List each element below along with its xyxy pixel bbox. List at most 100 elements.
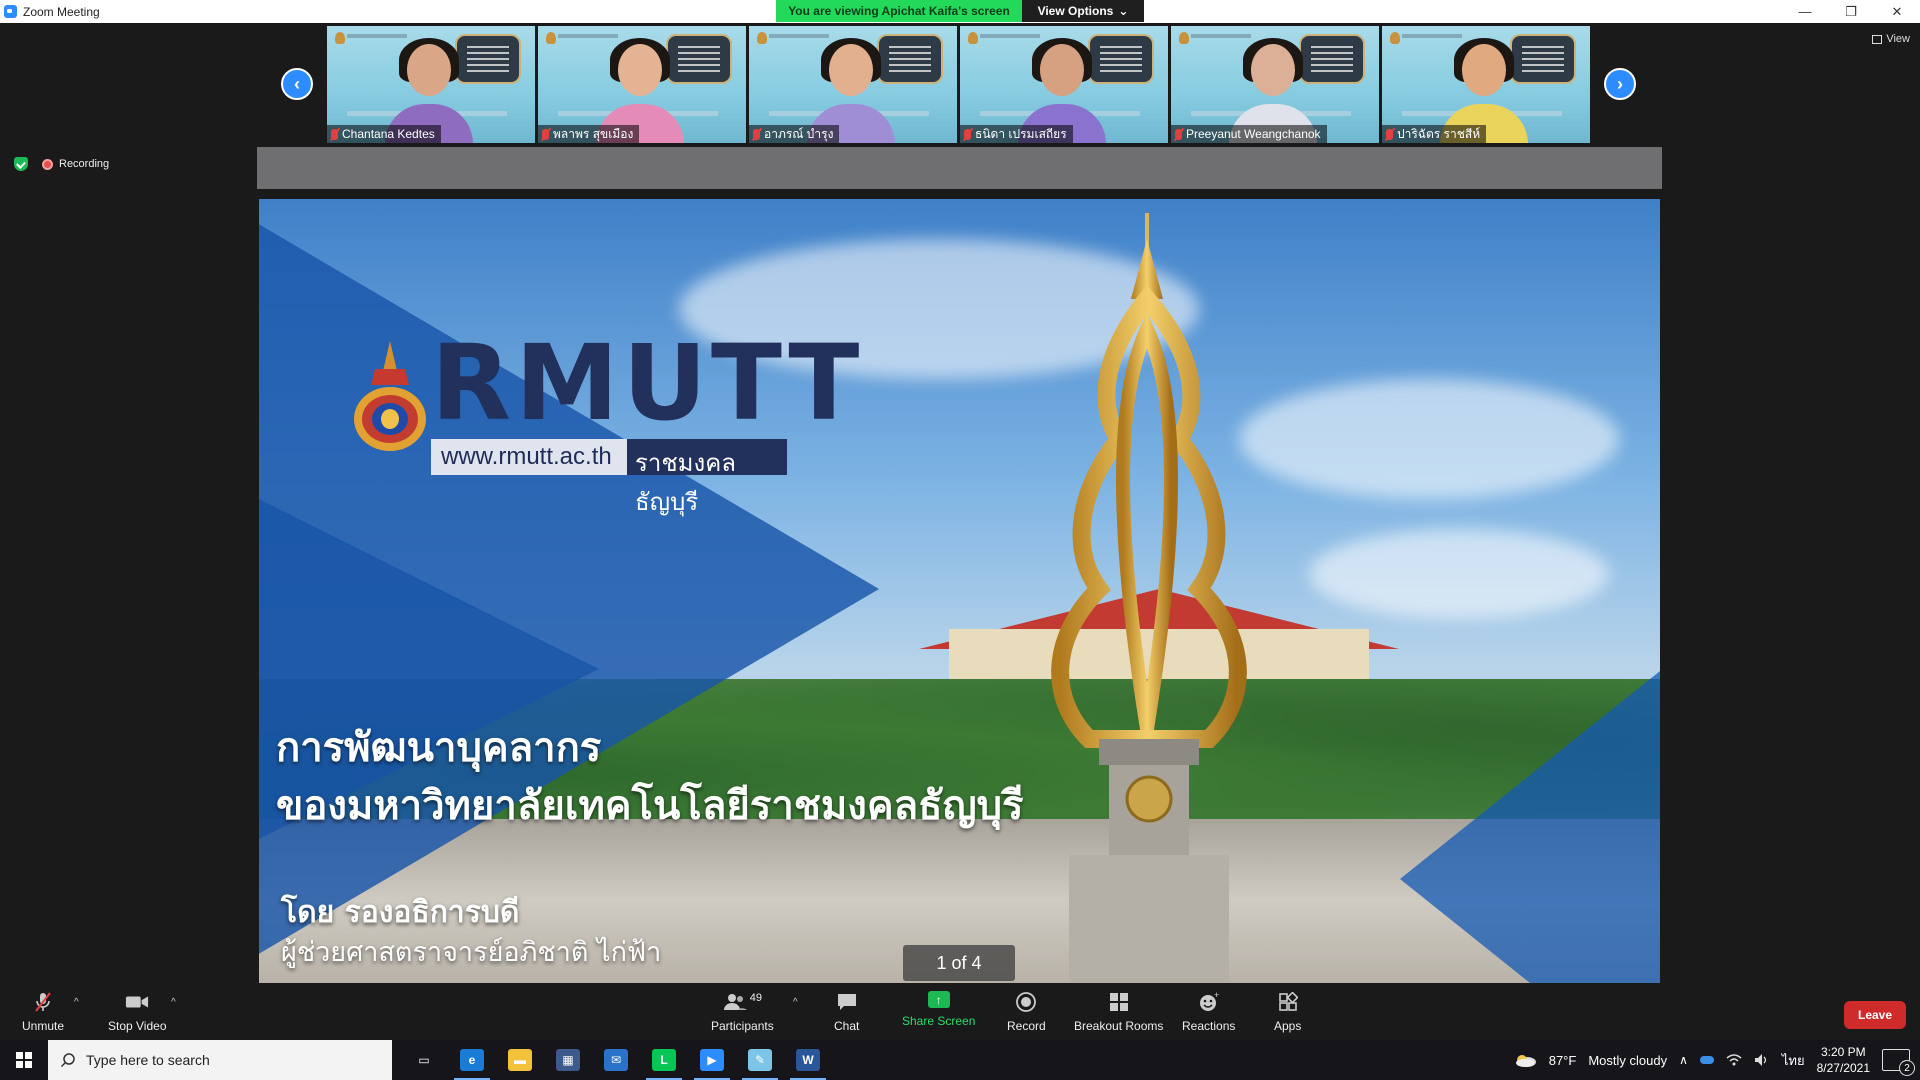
participants-icon: 49 [717, 991, 767, 1013]
viewing-screen-label: You are viewing Apichat Kaifa's screen [776, 0, 1022, 22]
mail-icon: ✉ [604, 1049, 628, 1071]
share-screen-arrow-icon: ↑ [927, 991, 950, 1008]
muted-mic-icon [1386, 128, 1393, 140]
wifi-icon[interactable] [1726, 1053, 1742, 1067]
unmute-label: Unmute [22, 1019, 65, 1033]
breakout-rooms-button[interactable]: Breakout Rooms [1074, 991, 1163, 1033]
school-logo-icon [968, 32, 978, 44]
banner-text-line [980, 34, 1040, 38]
headline-line-2: ของมหาวิทยาลัยเทคโนโลยีราชมงคลธัญบุรี [276, 783, 1024, 829]
taskbar-app-notepad[interactable]: ✎ [736, 1040, 784, 1080]
unmute-button[interactable]: Unmute [22, 991, 64, 1033]
blue-triangle-shape [1400, 639, 1660, 983]
taskbar-app-store[interactable]: ▦ [544, 1040, 592, 1080]
share-screen-button[interactable]: ↑ Share Screen [902, 991, 975, 1028]
muted-mic-icon [1175, 128, 1182, 140]
brand-thai-name: ราชมงคลธัญบุรี [627, 439, 787, 516]
clock-date: 8/27/2021 [1816, 1061, 1870, 1075]
weather-temp[interactable]: 87°F [1549, 1053, 1577, 1068]
participant-video-tile[interactable]: ธนิดา เปรมเสถียร [960, 26, 1168, 143]
school-logo-icon [1179, 32, 1189, 44]
start-button[interactable] [0, 1040, 48, 1080]
stop-video-button[interactable]: Stop Video [108, 991, 167, 1033]
recording-dot-icon [42, 158, 53, 170]
participant-video-tile[interactable]: พลาพร สุขเมือง [538, 26, 746, 143]
speech-bubble-banner [666, 34, 732, 84]
record-label: Record [1007, 1019, 1046, 1033]
tray-overflow-chevron-icon[interactable]: ∧ [1679, 1053, 1688, 1067]
taskbar-app-edge[interactable]: e [448, 1040, 496, 1080]
participant-video-tile[interactable]: ปาริฉัตร ราชสีห์ [1382, 26, 1590, 143]
audio-options-caret-icon[interactable]: ^ [74, 997, 79, 1008]
onedrive-cloud-icon[interactable] [1699, 1056, 1714, 1064]
speech-bubble-banner [877, 34, 943, 84]
banner-text-line [1402, 34, 1462, 38]
taskbar-app-task-view[interactable]: ▭ [400, 1040, 448, 1080]
participant-name: อาภรณ์ บำรุง [764, 126, 834, 141]
participant-video-tile[interactable]: Preeyanut Weangchanok [1171, 26, 1379, 143]
record-button[interactable]: Record [1007, 991, 1046, 1033]
muted-mic-icon [542, 128, 549, 140]
gallery-next-button[interactable]: › [1604, 68, 1636, 100]
leave-meeting-button[interactable]: Leave [1844, 1001, 1906, 1029]
window-controls: — ❐ ✕ [1782, 0, 1920, 23]
close-button[interactable]: ✕ [1874, 0, 1920, 23]
breakout-rooms-icon [1107, 991, 1131, 1013]
notification-center-icon[interactable]: 2 [1882, 1049, 1915, 1076]
taskbar-clock[interactable]: 3:20 PM 8/27/2021 [1817, 1044, 1870, 1076]
volume-icon[interactable] [1754, 1053, 1770, 1067]
participant-video-tile[interactable]: อาภรณ์ บำรุง [749, 26, 957, 143]
view-options-button[interactable]: View Options ⌄ [1022, 0, 1144, 22]
taskbar-app-zoom[interactable]: ▶ [688, 1040, 736, 1080]
share-screen-label: Share Screen [902, 1014, 976, 1028]
slide-page-indicator: 1 of 4 [903, 945, 1015, 981]
taskbar-app-file-explorer[interactable]: ▬ [496, 1040, 544, 1080]
speech-bubble-banner [455, 34, 521, 84]
view-button[interactable]: View [1872, 33, 1910, 45]
breakout-rooms-label: Breakout Rooms [1074, 1019, 1164, 1033]
chevron-right-icon: › [1617, 73, 1623, 94]
gallery-prev-button[interactable]: ‹ [281, 68, 313, 100]
shared-screen-topbar [257, 147, 1662, 189]
participant-video [1440, 38, 1528, 143]
taskbar-app-word[interactable]: W [784, 1040, 832, 1080]
zoom-app-icon [4, 5, 17, 18]
participant-video-tile[interactable]: Chantana Kedtes [327, 26, 535, 143]
chat-label: Chat [834, 1019, 860, 1033]
weather-description[interactable]: Mostly cloudy [1588, 1053, 1667, 1068]
video-options-caret-icon[interactable]: ^ [171, 997, 176, 1008]
input-language[interactable]: ไทย [1782, 1050, 1805, 1071]
participant-name: ธนิดา เปรมเสถียร [975, 126, 1067, 141]
taskbar-search-box[interactable]: Type here to search [48, 1040, 392, 1080]
minimize-button[interactable]: — [1782, 0, 1828, 23]
apps-button[interactable]: Apps [1274, 991, 1301, 1033]
restore-button[interactable]: ❐ [1828, 0, 1874, 23]
taskbar-apps: ▭ e ▬ ▦ ✉ L ▶ ✎ W [400, 1040, 832, 1080]
banner-text-line [347, 34, 407, 38]
reactions-label: Reactions [1182, 1019, 1236, 1033]
encryption-shield-icon[interactable] [14, 157, 28, 171]
brand-wordmark: RMUTT [431, 322, 864, 444]
banner-text-line [558, 34, 618, 38]
task-view-icon: ▭ [418, 1053, 430, 1067]
clock-time: 3:20 PM [1820, 1045, 1866, 1059]
windows-logo-icon [16, 1052, 32, 1068]
taskbar-app-line[interactable]: L [640, 1040, 688, 1080]
shared-slide: RMUTT www.rmutt.ac.th ราชมงคลธัญบุรี การ… [259, 199, 1660, 983]
university-crest-icon [354, 341, 426, 451]
participant-name-bar: ธนิดา เปรมเสถียร [960, 125, 1073, 143]
notepad-icon: ✎ [748, 1049, 772, 1071]
reactions-button[interactable]: + Reactions [1182, 991, 1235, 1033]
participants-caret-icon[interactable]: ^ [793, 997, 798, 1008]
window-title: Zoom Meeting [23, 5, 100, 19]
chat-button[interactable]: Chat [834, 991, 859, 1033]
participants-button[interactable]: 49 Participants [711, 991, 774, 1033]
recording-label: Recording [59, 158, 110, 170]
presenter-name: ผู้ช่วยศาสตราจารย์อภิชาติ ไก่ฟ้า [281, 937, 662, 968]
participant-name: Chantana Kedtes [342, 127, 435, 141]
speech-bubble-banner [1299, 34, 1365, 84]
cloud-weather-icon [1515, 1055, 1536, 1067]
participants-count: 49 [749, 992, 762, 1004]
taskbar-app-mail[interactable]: ✉ [592, 1040, 640, 1080]
speech-bubble-banner [1510, 34, 1576, 84]
